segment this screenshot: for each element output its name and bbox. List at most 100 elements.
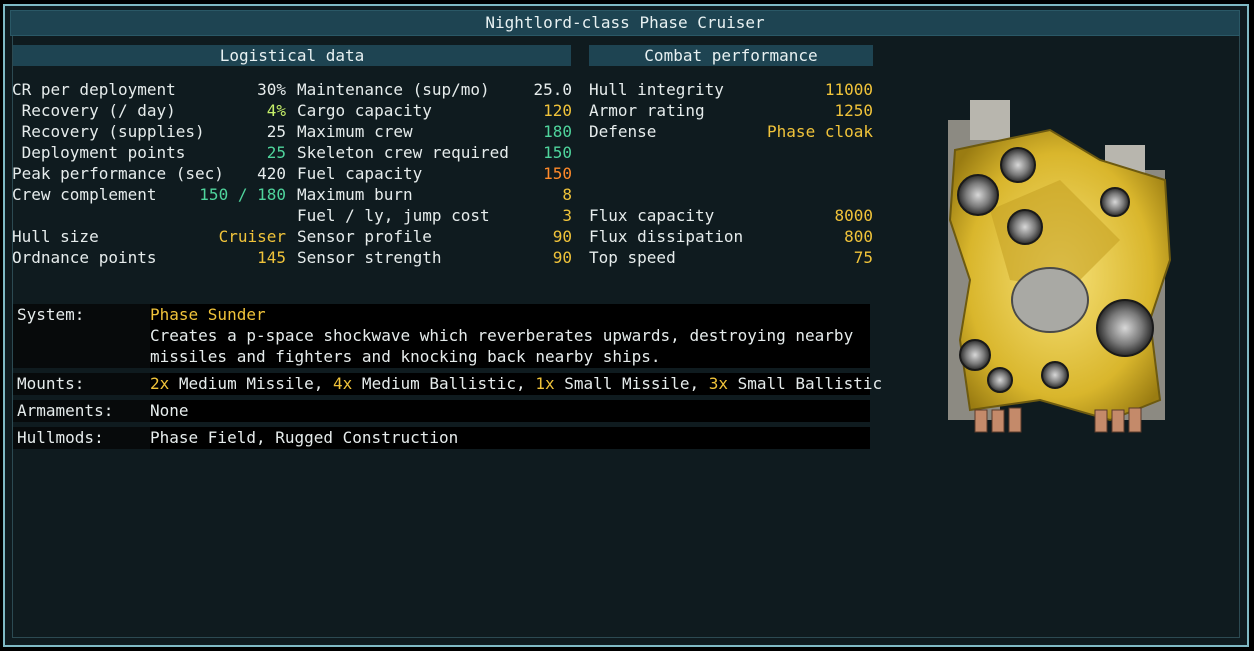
mounts-label: Mounts: <box>17 374 85 393</box>
mount-count: 4x <box>333 374 353 393</box>
mount-type: Small Missile, <box>554 374 709 393</box>
combat-stat-value: 11000 <box>824 80 873 99</box>
logistical-stat-a-row: Peak performance (sec) 420 <box>12 163 286 184</box>
logistical-stat-a-row: Hull size Cruiser <box>12 226 286 247</box>
logistical-stat-b-row: Fuel / ly, jump cost 3 <box>297 205 572 226</box>
combat-stat-value: 800 <box>844 227 873 246</box>
combat-stat-label: Flux capacity <box>589 206 715 225</box>
mounts-list: 2x Medium Missile, 4x Medium Ballistic, … <box>150 373 882 395</box>
combat-stat-value: 75 <box>853 248 873 267</box>
system-name: Phase Sunder <box>150 305 266 324</box>
combat-stat-row <box>589 163 873 184</box>
mounts-row: Mounts: 2x Medium Missile, 4x Medium Bal… <box>13 373 882 395</box>
logistical-stat-a-row: Recovery (supplies) 25 <box>12 121 286 142</box>
armaments-row: Armaments: None <box>13 400 870 422</box>
window-title: Nightlord-class Phase Cruiser <box>10 10 1240 36</box>
logistical-stat-b-value: 90 <box>552 248 572 267</box>
logistical-stat-b-label: Sensor profile <box>297 227 432 246</box>
combat-performance-header: Combat performance <box>589 45 873 66</box>
system-details: Phase Sunder Creates a p-space shockwave… <box>150 304 870 368</box>
logistical-stat-b-label: Skeleton crew required <box>297 143 509 162</box>
combat-stat-label: Hull integrity <box>589 80 724 99</box>
combat-stat-row <box>589 142 873 163</box>
combat-stat-label: Top speed <box>589 248 676 267</box>
logistical-stat-b-value: 3 <box>562 206 572 225</box>
logistical-stat-b-row: Maintenance (sup/mo) 25.0 <box>297 79 572 100</box>
hullmods-label: Hullmods: <box>17 428 104 447</box>
combat-stat-label: Armor rating <box>589 101 705 120</box>
system-description-line-1: Creates a p-space shockwave which reverb… <box>150 326 854 345</box>
logistical-stat-b-row: Cargo capacity 120 <box>297 100 572 121</box>
logistical-stat-b-row: Maximum burn 8 <box>297 184 572 205</box>
logistical-stat-a-label: Recovery (supplies) <box>12 122 205 141</box>
logistical-stat-b-value: 90 <box>552 227 572 246</box>
hullmods-value: Phase Field, Rugged Construction <box>150 427 870 449</box>
logistical-stat-a-row: Deployment points 25 <box>12 142 286 163</box>
combat-stat-label: Defense <box>589 122 657 141</box>
logistical-stat-a-row: Ordnance points 145 <box>12 247 286 268</box>
logistical-stat-b-label: Cargo capacity <box>297 101 432 120</box>
logistical-stat-b-value: 8 <box>562 185 572 204</box>
combat-stat-label: Flux dissipation <box>589 227 744 246</box>
logistical-stat-b-value: 150 <box>543 143 572 162</box>
logistical-stat-b-row: Maximum crew 180 <box>297 121 572 142</box>
logistical-stat-b-label: Fuel capacity <box>297 164 423 183</box>
combat-stat-value: 1250 <box>834 101 873 120</box>
mount-count: 1x <box>535 374 555 393</box>
combat-stat-value: 8000 <box>834 206 873 225</box>
combat-stat-value: Phase cloak <box>767 122 873 141</box>
combat-stat-row <box>589 184 873 205</box>
logistical-stat-b-row: Fuel capacity 150 <box>297 163 572 184</box>
logistical-stat-b-label: Maintenance (sup/mo) <box>297 80 490 99</box>
combat-stat-row: Hull integrity 11000 <box>589 79 873 100</box>
logistical-data-header: Logistical data <box>13 45 571 66</box>
system-description-line-2: missiles and fighters and knocking back … <box>150 347 661 366</box>
ship-sprite-image <box>948 100 1172 433</box>
logistical-stat-a-value: 145 <box>257 248 286 267</box>
logistical-stat-a-value: 25 <box>266 122 286 141</box>
logistical-stat-a-label: Deployment points <box>12 143 186 162</box>
logistical-stat-a-row: CR per deployment 30% <box>12 79 286 100</box>
mount-count: 2x <box>150 374 170 393</box>
logistical-stat-b-value: 180 <box>543 122 572 141</box>
logistical-stat-b-label: Maximum burn <box>297 185 413 204</box>
logistical-stat-a-value: 150 / 180 <box>199 185 286 204</box>
logistical-stat-b-label: Maximum crew <box>297 122 413 141</box>
armaments-value: None <box>150 400 870 422</box>
logistical-stat-a-label: Crew complement <box>12 185 157 204</box>
logistical-stat-b-row: Skeleton crew required 150 <box>297 142 572 163</box>
system-row: System: Phase Sunder Creates a p-space s… <box>13 304 870 368</box>
logistical-stat-a-label: CR per deployment <box>12 80 176 99</box>
logistical-stat-a-label: Ordnance points <box>12 248 157 267</box>
logistical-stat-b-value: 150 <box>543 164 572 183</box>
mount-type: Medium Missile, <box>169 374 334 393</box>
logistical-stat-b-row: Sensor profile 90 <box>297 226 572 247</box>
combat-stat-row: Armor rating 1250 <box>589 100 873 121</box>
combat-stat-row: Top speed 75 <box>589 247 873 268</box>
logistical-stat-a-label: Peak performance (sec) <box>12 164 224 183</box>
mount-type: Small Ballistic <box>727 374 883 393</box>
logistical-stat-a-value: 420 <box>257 164 286 183</box>
logistical-stat-b-row: Sensor strength 90 <box>297 247 572 268</box>
logistical-stat-a-label: Recovery (/ day) <box>12 101 176 120</box>
logistical-stat-a-row: Crew complement 150 / 180 <box>12 184 286 205</box>
logistical-stat-b-value: 25.0 <box>533 80 572 99</box>
logistical-stat-a-row <box>12 205 286 226</box>
combat-stat-row: Flux dissipation 800 <box>589 226 873 247</box>
combat-stat-row: Flux capacity 8000 <box>589 205 873 226</box>
logistical-stat-b-label: Sensor strength <box>297 248 442 267</box>
logistical-stat-a-value: 30% <box>257 80 286 99</box>
hullmods-row: Hullmods: Phase Field, Rugged Constructi… <box>13 427 870 449</box>
system-label: System: <box>17 305 85 324</box>
logistical-stat-a-row: Recovery (/ day) 4% <box>12 100 286 121</box>
combat-stat-row: Defense Phase cloak <box>589 121 873 142</box>
logistical-stat-a-label: Hull size <box>12 227 99 246</box>
mount-type: Medium Ballistic, <box>352 374 536 393</box>
logistical-stat-a-value: Cruiser <box>218 227 286 246</box>
logistical-stat-b-value: 120 <box>543 101 572 120</box>
logistical-stat-a-value: 4% <box>266 101 286 120</box>
mount-count: 3x <box>708 374 728 393</box>
armaments-label: Armaments: <box>17 401 114 420</box>
logistical-stat-a-value: 25 <box>266 143 286 162</box>
logistical-stat-b-label: Fuel / ly, jump cost <box>297 206 490 225</box>
